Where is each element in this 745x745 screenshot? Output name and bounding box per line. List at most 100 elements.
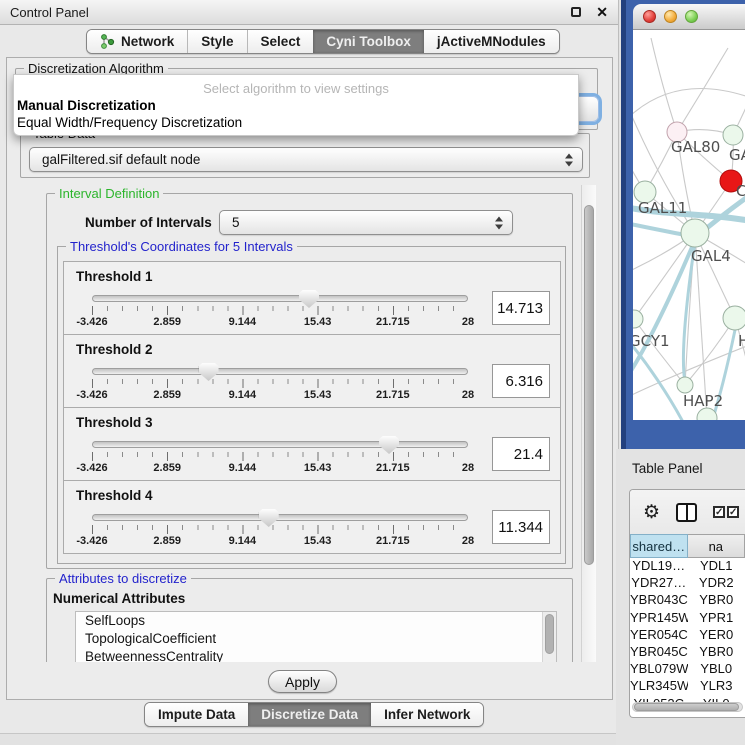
node-label: C — [736, 182, 745, 200]
tab-infer-network[interactable]: Infer Network — [371, 703, 483, 726]
scale-label: 21.715 — [376, 389, 410, 401]
interval-definition-group: Interval Definition Number of Intervals … — [46, 193, 573, 569]
scale-label: -3.426 — [76, 535, 107, 547]
cell[interactable]: YDR2 — [688, 575, 745, 592]
tab-style[interactable]: Style — [187, 30, 246, 53]
table-row[interactable]: YPR145WYPR1 — [630, 610, 745, 627]
list-item[interactable]: BetweennessCentrality — [76, 648, 556, 662]
tab-impute-data[interactable]: Impute Data — [145, 703, 248, 726]
float-window-icon[interactable] — [571, 7, 581, 17]
combo-stepper-arrows-icon — [495, 215, 504, 230]
tab-select[interactable]: Select — [247, 30, 314, 53]
cell[interactable]: YDL19… — [630, 558, 688, 575]
table-panel-body: ⚙ ✓ ✓ shared… na YDL19…YDL1 YDR27…YDR2 Y… — [629, 489, 745, 718]
close-icon[interactable]: ✕ — [596, 7, 608, 17]
scale-label: 9.144 — [229, 316, 257, 328]
network-view-window: GAL80 GA C GAL11 GAL4 GCY1 H HAP2 — [621, 0, 745, 449]
threshold-1-value-field[interactable]: 14.713 — [492, 291, 550, 325]
checkbox-checked-icon[interactable]: ✓ — [713, 506, 725, 518]
cell[interactable]: YPR1 — [688, 610, 745, 627]
number-of-intervals-combobox[interactable]: 5 — [219, 210, 513, 235]
table-rows: YDL19…YDL1 YDR27…YDR2 YBR043CYBR0 YPR145… — [630, 558, 745, 713]
algorithm-dropdown-popup: Select algorithm to view settings Manual… — [13, 74, 579, 136]
scrollbar-thumb[interactable] — [584, 205, 594, 565]
node — [633, 310, 643, 328]
bottom-tab-strip: Impute Data Discretize Data Infer Networ… — [144, 702, 484, 727]
threshold-1-slider: -3.426 2.859 9.144 15.43 21.715 28 — [92, 289, 468, 333]
column-header-shared-name[interactable]: shared… — [630, 534, 688, 558]
cell[interactable]: YBL0 — [688, 661, 745, 678]
cell[interactable]: YBL079W — [630, 661, 688, 678]
apply-button[interactable]: Apply — [268, 670, 337, 693]
cell[interactable]: YLR345W — [630, 678, 688, 695]
threshold-4-value-field[interactable]: 11.344 — [492, 510, 550, 544]
settings-scrollbar[interactable] — [581, 185, 596, 662]
cell[interactable]: YBR045C — [630, 644, 688, 661]
threshold-4-box: Threshold 4 -3.426 2.859 9.144 1 — [63, 480, 561, 554]
slider-track — [92, 368, 468, 375]
cell[interactable]: YBR0 — [688, 592, 745, 609]
tab-jactivemnodules[interactable]: jActiveMNodules — [424, 30, 559, 53]
node — [681, 219, 709, 247]
table-header-row: shared… na — [630, 534, 745, 558]
top-tab-strip: Network Style Select Cyni Toolbox jActiv… — [86, 29, 560, 54]
table-row[interactable]: YDL19…YDL1 — [630, 558, 745, 575]
scale-label: 9.144 — [229, 462, 257, 474]
tab-network[interactable]: Network — [87, 30, 187, 53]
threshold-1-box: Threshold 1 -3.426 2.859 9.144 1 — [63, 261, 561, 335]
gear-icon[interactable]: ⚙ — [643, 503, 660, 522]
network-nodes[interactable] — [633, 122, 745, 420]
scale-label: 28 — [462, 462, 474, 474]
node — [677, 377, 693, 393]
threshold-2-label: Threshold 2 — [76, 342, 550, 357]
list-scrollbar[interactable] — [542, 612, 556, 662]
tab-discretize-data[interactable]: Discretize Data — [248, 703, 371, 726]
algorithm-option-manual[interactable]: Manual Discretization — [14, 96, 578, 113]
scale-label: 9.144 — [229, 535, 257, 547]
threshold-2-slider: -3.426 2.859 9.144 15.43 21.715 28 — [92, 362, 468, 406]
list-item[interactable]: SelfLoops — [76, 612, 556, 630]
slider-ticks — [92, 379, 468, 388]
column-layout-icon[interactable] — [676, 503, 697, 522]
scale-label: -3.426 — [76, 316, 107, 328]
scrollbar-thumb[interactable] — [545, 614, 554, 654]
table-row[interactable]: YBR043CYBR0 — [630, 592, 745, 609]
table-row[interactable]: YER054CYER0 — [630, 627, 745, 644]
cell[interactable]: YDL1 — [688, 558, 745, 575]
tab-style-label: Style — [201, 34, 233, 49]
table-horizontal-scrollbar[interactable] — [632, 702, 743, 712]
cell[interactable]: YER054C — [630, 627, 688, 644]
cell[interactable]: YBR0 — [688, 644, 745, 661]
network-canvas[interactable]: GAL80 GA C GAL11 GAL4 GCY1 H HAP2 — [633, 30, 745, 420]
node-label: HAP2 — [683, 392, 723, 410]
column-header-name[interactable]: na — [688, 534, 745, 558]
table-row[interactable]: YDR27…YDR2 — [630, 575, 745, 592]
close-traffic-light-icon[interactable] — [643, 10, 656, 23]
zoom-traffic-light-icon[interactable] — [685, 10, 698, 23]
cell[interactable]: YPR145W — [630, 610, 688, 627]
minimize-traffic-light-icon[interactable] — [664, 10, 677, 23]
cell[interactable]: YLR3 — [688, 678, 745, 695]
list-item[interactable]: TopologicalCoefficient — [76, 630, 556, 648]
checkbox-checked-icon[interactable]: ✓ — [727, 506, 739, 518]
tab-jactivemnodules-label: jActiveMNodules — [437, 34, 546, 49]
threshold-2-value-field[interactable]: 6.316 — [492, 364, 550, 398]
table-data-combobox[interactable]: galFiltered.sif default node — [29, 147, 583, 172]
scale-label: 2.859 — [153, 462, 181, 474]
scale-label: -3.426 — [76, 462, 107, 474]
scrollbar-thumb[interactable] — [634, 703, 739, 711]
number-of-intervals-label: Number of Intervals — [85, 215, 212, 230]
tab-impute-data-label: Impute Data — [158, 707, 235, 722]
table-row[interactable]: YBR045CYBR0 — [630, 644, 745, 661]
slider-scale-labels: -3.426 2.859 9.144 15.43 21.715 28 — [92, 316, 468, 329]
thresholds-group-title: Threshold's Coordinates for 5 Intervals — [66, 239, 297, 254]
table-row[interactable]: YLR345WYLR3 — [630, 678, 745, 695]
algorithm-option-equal-width[interactable]: Equal Width/Frequency Discretization — [14, 113, 578, 130]
cell[interactable]: YER0 — [688, 627, 745, 644]
tab-cyni-toolbox[interactable]: Cyni Toolbox — [313, 30, 424, 53]
threshold-3-value-field[interactable]: 21.4 — [492, 437, 550, 471]
table-row[interactable]: YBL079WYBL0 — [630, 661, 745, 678]
select-columns-icon[interactable]: ✓ ✓ — [713, 506, 739, 518]
cell[interactable]: YBR043C — [630, 592, 688, 609]
cell[interactable]: YDR27… — [630, 575, 688, 592]
